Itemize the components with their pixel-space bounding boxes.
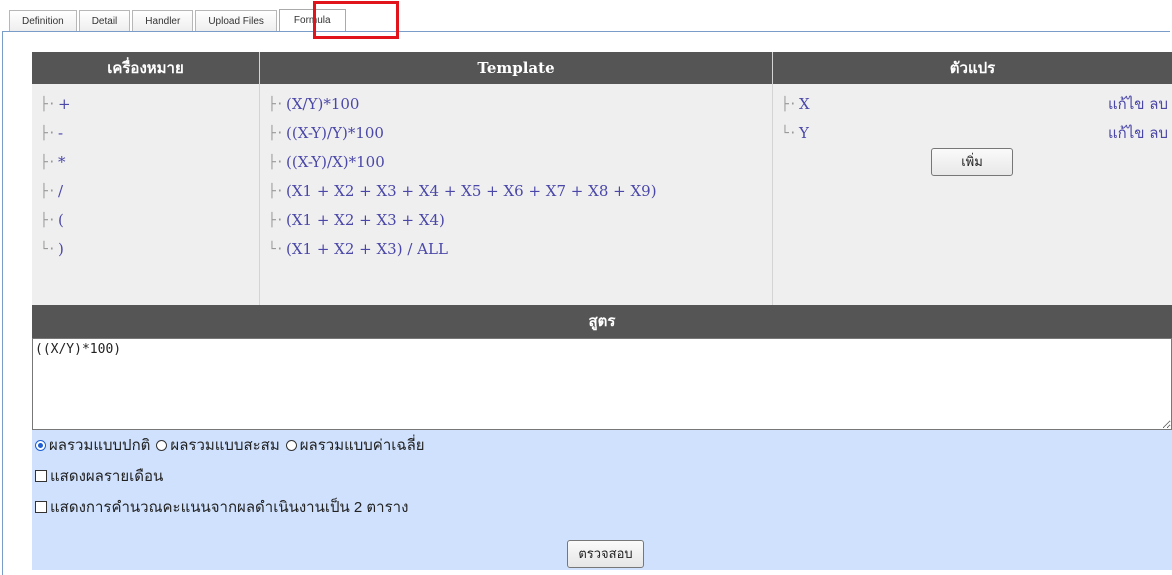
- formula-builder-grid: เครื่องหมาย ├· + ├· - ├· * ├· / ├·( └·) Temp…: [32, 52, 1172, 305]
- tree-branch-icon: ├·: [40, 184, 56, 199]
- symbol-item[interactable]: ├· /: [32, 177, 259, 206]
- tree-branch-icon: ├·: [40, 97, 56, 112]
- variable-item[interactable]: └· Y แก้ไข ลบ: [773, 119, 1172, 148]
- symbol-label: ): [58, 240, 64, 258]
- symbol-label: /: [58, 182, 64, 200]
- tree-branch-icon: ├·: [268, 184, 284, 199]
- tree-end-icon: └·: [781, 126, 797, 141]
- formula-header: สูตร: [32, 305, 1172, 338]
- template-label: (X/Y)*100: [286, 95, 360, 113]
- symbol-label: *: [58, 153, 66, 171]
- formula-textarea[interactable]: ((X/Y)*100): [32, 338, 1172, 430]
- template-item[interactable]: ├· (X1 + X2 + X3 + X4): [260, 206, 772, 235]
- templates-column: Template ├· (X/Y)*100 ├· ((X-Y)/Y)*100 ├·(…: [260, 52, 773, 305]
- variable-item[interactable]: ├· X แก้ไข ลบ: [773, 90, 1172, 119]
- tree-branch-icon: ├·: [268, 155, 284, 170]
- tree-branch-icon: ├·: [268, 126, 284, 141]
- tree-branch-icon: ├·: [781, 97, 797, 112]
- radio-icon[interactable]: [156, 439, 168, 451]
- symbols-list: ├· + ├· - ├· * ├· / ├·( └·): [32, 84, 259, 264]
- template-label: ((X-Y)/Y)*100: [286, 124, 384, 142]
- radio-sum-average[interactable]: ผลรวมแบบค่าเฉลี่ย: [285, 433, 425, 457]
- template-item[interactable]: ├· ((X-Y)/Y)*100: [260, 119, 772, 148]
- symbol-item[interactable]: ├· -: [32, 119, 259, 148]
- variable-actions: แก้ไข ลบ: [1108, 119, 1168, 148]
- tree-branch-icon: ├·: [268, 97, 284, 112]
- monthly-label: แสดงผลรายเดือน: [50, 468, 164, 485]
- symbol-item[interactable]: ├·(: [32, 206, 259, 235]
- symbol-item[interactable]: ├· +: [32, 90, 259, 119]
- symbol-label: (: [58, 211, 64, 229]
- radio-sum-normal[interactable]: ผลรวมแบบปกติ: [35, 433, 150, 457]
- symbol-item[interactable]: └·): [32, 235, 259, 264]
- two-tables-checkbox-row[interactable]: แสดงการคำนวณคะแนนจากผลดำเนินงานเป็น 2 ตา…: [35, 495, 408, 519]
- tree-end-icon: └·: [268, 242, 284, 257]
- template-item[interactable]: └· (X1 + X2 + X3) / ALL: [260, 235, 772, 264]
- symbol-item[interactable]: ├· *: [32, 148, 259, 177]
- tab-formula[interactable]: Formula: [278, 9, 346, 31]
- template-label: (X1 + X2 + X3) / ALL: [286, 240, 448, 258]
- two-tables-checkbox[interactable]: [35, 501, 47, 513]
- monthly-checkbox[interactable]: [35, 470, 47, 482]
- delete-variable-link[interactable]: ลบ: [1149, 124, 1168, 142]
- variables-list: ├· X แก้ไข ลบ └· Y แก้ไข ลบ: [773, 84, 1172, 148]
- template-label: (X1 + X2 + X3 + X4 + X5 + X6 + X7 + X8 +…: [286, 182, 657, 200]
- variable-name: Y: [799, 124, 809, 142]
- tab-handler[interactable]: Handler: [132, 10, 194, 31]
- template-label: (X1 + X2 + X3 + X4): [286, 211, 445, 229]
- monthly-checkbox-row[interactable]: แสดงผลรายเดือน: [35, 464, 163, 488]
- symbols-column: เครื่องหมาย ├· + ├· - ├· * ├· / ├·( └·): [32, 52, 260, 305]
- templates-header: Template: [260, 52, 772, 84]
- tree-branch-icon: ├·: [40, 213, 56, 228]
- tree-branch-icon: ├·: [40, 155, 56, 170]
- variable-actions: แก้ไข ลบ: [1108, 90, 1168, 119]
- template-item[interactable]: ├· (X1 + X2 + X3 + X4 + X5 + X6 + X7 + X8…: [260, 177, 772, 206]
- tree-end-icon: └·: [40, 242, 56, 257]
- templates-list: ├· (X/Y)*100 ├· ((X-Y)/Y)*100 ├· ((X-Y)/X)*…: [260, 84, 772, 264]
- radio-sum-cumulative[interactable]: ผลรวมแบบสะสม: [156, 433, 280, 457]
- tab-bar: Definition Detail Handler Upload Files F…: [9, 9, 346, 32]
- sum-mode-group: ผลรวมแบบปกติ ผลรวมแบบสะสม ผลรวมแบบค่าเฉล…: [35, 433, 431, 457]
- radio-label: ผลรวมแบบสะสม: [170, 437, 280, 454]
- edit-variable-link[interactable]: แก้ไข: [1108, 124, 1145, 142]
- radio-label: ผลรวมแบบค่าเฉลี่ย: [299, 437, 425, 454]
- tab-detail[interactable]: Detail: [78, 10, 131, 31]
- template-item[interactable]: ├· (X/Y)*100: [260, 90, 772, 119]
- tab-upload-files[interactable]: Upload Files: [195, 10, 277, 31]
- tree-branch-icon: ├·: [268, 213, 284, 228]
- delete-variable-link[interactable]: ลบ: [1149, 95, 1168, 113]
- variables-header: ตัวแปร: [773, 52, 1172, 84]
- radio-selected-icon[interactable]: [35, 439, 46, 451]
- add-variable-button[interactable]: เพิ่ม: [931, 148, 1013, 176]
- symbols-header: เครื่องหมาย: [32, 52, 259, 84]
- symbol-label: +: [58, 95, 71, 113]
- tree-branch-icon: ├·: [40, 126, 56, 141]
- variables-column: ตัวแปร ├· X แก้ไข ลบ └· Y แก้ไข ลบ เพิ่ม: [773, 52, 1172, 305]
- two-tables-label: แสดงการคำนวณคะแนนจากผลดำเนินงานเป็น 2 ตา…: [50, 499, 409, 516]
- template-item[interactable]: ├· ((X-Y)/X)*100: [260, 148, 772, 177]
- edit-variable-link[interactable]: แก้ไข: [1108, 95, 1145, 113]
- radio-label: ผลรวมแบบปกติ: [49, 437, 151, 454]
- symbol-label: -: [58, 124, 64, 142]
- radio-icon[interactable]: [285, 439, 297, 451]
- verify-button[interactable]: ตรวจสอบ: [567, 540, 644, 568]
- template-label: ((X-Y)/X)*100: [286, 153, 385, 171]
- tab-definition[interactable]: Definition: [9, 10, 77, 31]
- variable-name: X: [799, 95, 810, 113]
